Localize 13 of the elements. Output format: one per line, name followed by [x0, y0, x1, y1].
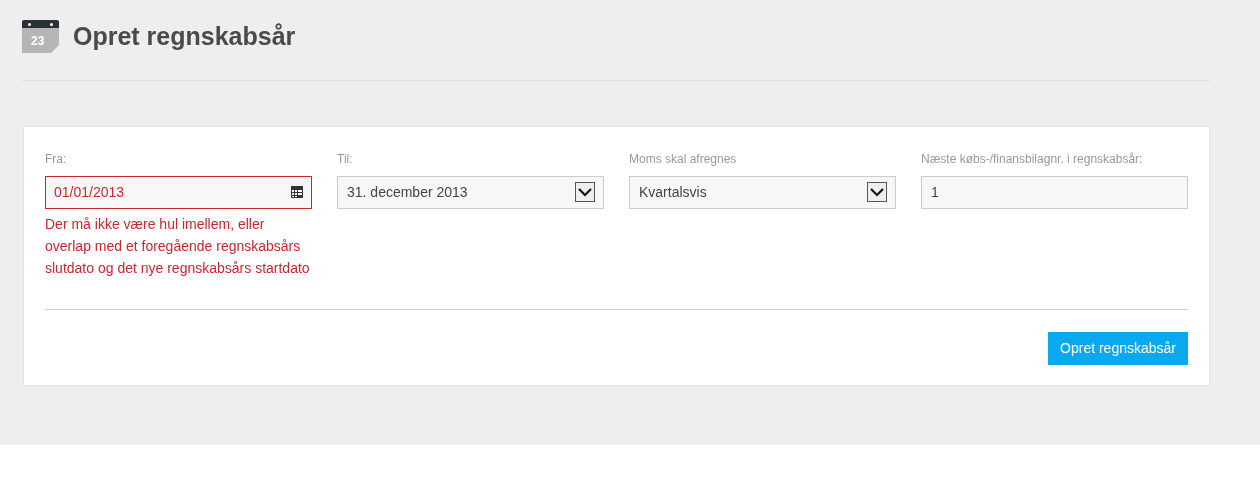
date-field[interactable]: 01/01/2013: [45, 175, 312, 209]
field-label: Næste købs-/finansbilagnr. i regnskabsår:: [921, 150, 1144, 167]
chevron-down-icon[interactable]: [867, 182, 887, 202]
chevron-down-icon[interactable]: [575, 182, 595, 202]
dropdown[interactable]: Kvartalsvis: [629, 175, 896, 209]
field-label: Fra:: [45, 150, 68, 167]
page-title: Opret regnskabsår: [73, 21, 296, 52]
field-label: Moms skal afregnes: [629, 150, 738, 167]
field-label: Til:: [337, 150, 354, 167]
calendar-icon[interactable]: [291, 186, 303, 198]
dropdown[interactable]: 31. december 2013: [337, 175, 604, 209]
input-field[interactable]: 1: [921, 175, 1188, 209]
error-message: Der må ikke være hul imellem, eller overlap med et foregående regnskabsårs slutdato og det nye regnskabsårs startdato: [45, 214, 311, 278]
